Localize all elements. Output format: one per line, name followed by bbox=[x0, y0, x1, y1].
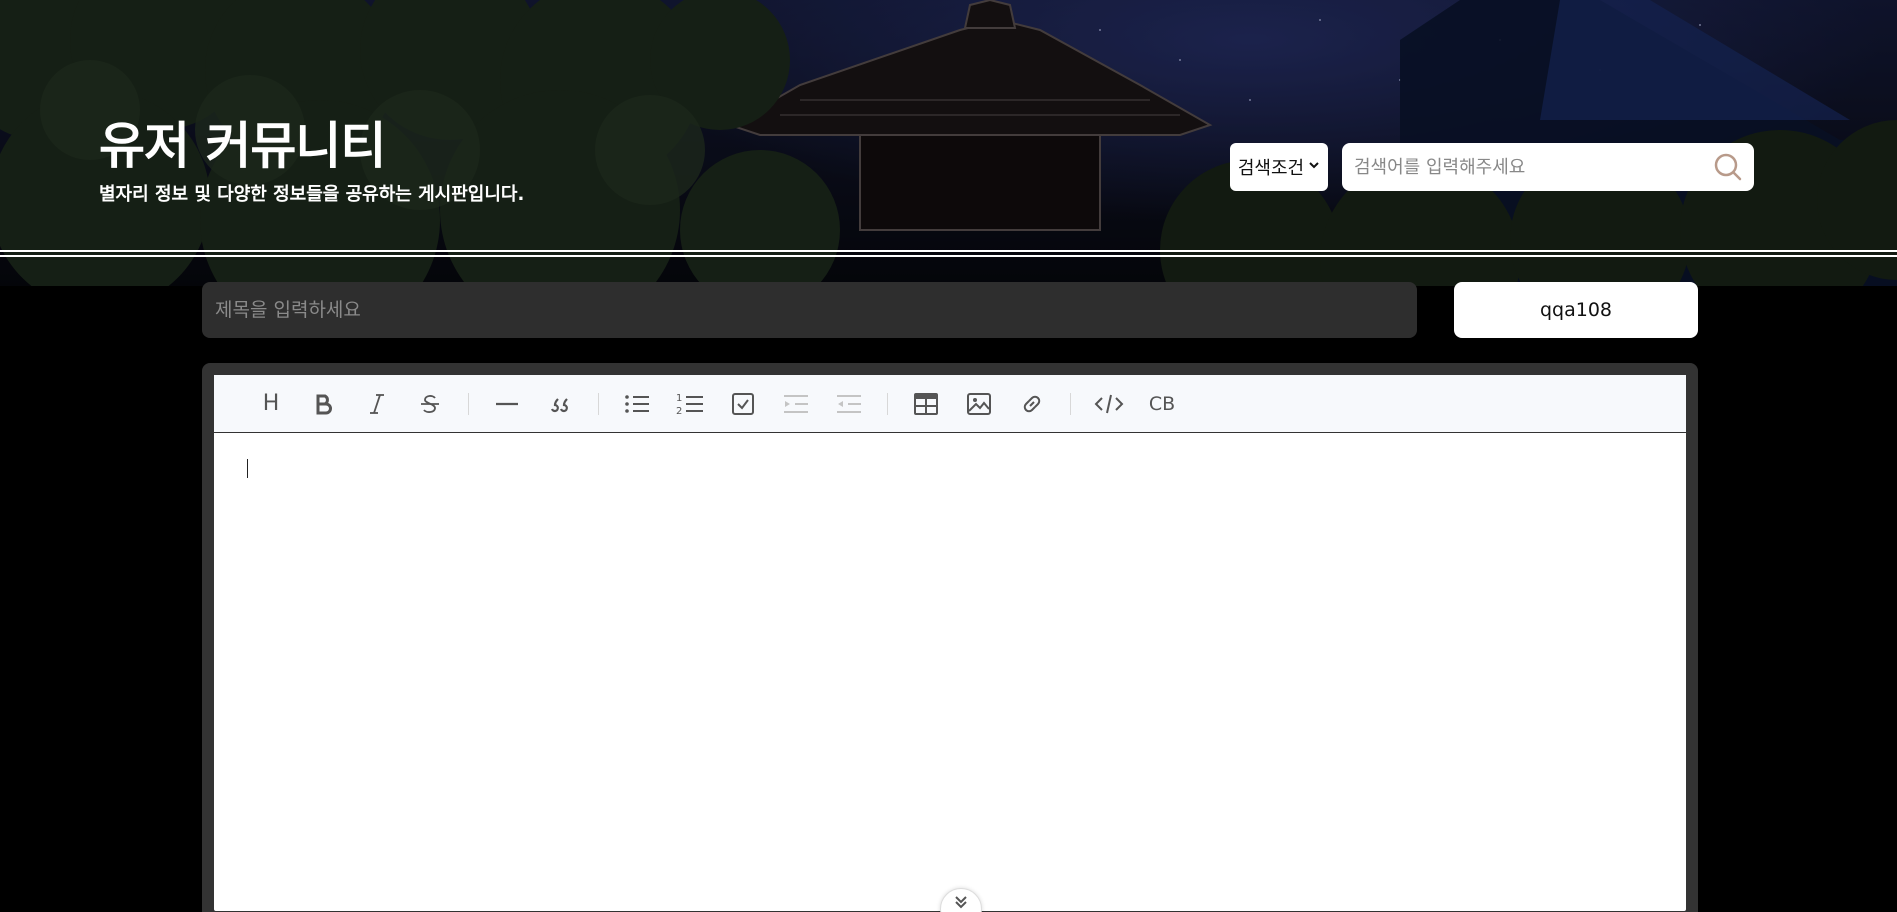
editor-toolbar: H 12 CB bbox=[214, 375, 1686, 433]
ordered-list-button[interactable]: 12 bbox=[670, 384, 710, 424]
strike-button[interactable] bbox=[410, 384, 450, 424]
header-divider-top bbox=[0, 250, 1897, 252]
outdent-icon bbox=[837, 394, 861, 413]
indent-icon bbox=[784, 394, 808, 413]
chevron-double-down-icon bbox=[955, 896, 967, 909]
bold-button[interactable] bbox=[304, 384, 344, 424]
chevron-down-icon bbox=[1308, 159, 1320, 175]
editor-frame: H 12 CB bbox=[202, 363, 1698, 912]
checkbox-icon bbox=[732, 392, 754, 415]
task-list-button[interactable] bbox=[723, 384, 763, 424]
toolbar-separator bbox=[468, 392, 469, 415]
svg-text:1: 1 bbox=[676, 393, 682, 404]
page-subtitle: 별자리 정보 및 다양한 정보들을 공유하는 게시판입니다. bbox=[99, 184, 525, 205]
editor-content-area[interactable] bbox=[214, 433, 1686, 912]
code-button[interactable] bbox=[1089, 384, 1129, 424]
toolbar-separator bbox=[598, 392, 599, 415]
code-icon bbox=[1094, 394, 1124, 413]
author-name: qqa108 bbox=[1539, 299, 1613, 321]
italic-button[interactable] bbox=[357, 384, 397, 424]
markdown-editor: H 12 CB bbox=[214, 375, 1686, 912]
table-button[interactable] bbox=[906, 384, 946, 424]
image-icon bbox=[967, 392, 991, 415]
author-box: qqa108 bbox=[1454, 282, 1698, 338]
search-condition-select[interactable]: 검색조건 bbox=[1230, 143, 1328, 191]
image-button[interactable] bbox=[959, 384, 999, 424]
link-button[interactable] bbox=[1012, 384, 1052, 424]
codeblock-button[interactable]: CB bbox=[1142, 384, 1182, 424]
search-input[interactable] bbox=[1342, 156, 1708, 178]
bullet-list-button[interactable] bbox=[617, 384, 657, 424]
indent-button[interactable] bbox=[776, 384, 816, 424]
horizontal-rule-icon bbox=[496, 402, 518, 405]
bullet-list-icon bbox=[625, 394, 649, 413]
scroll-down-button[interactable] bbox=[940, 888, 982, 912]
horizontal-rule-button[interactable] bbox=[487, 384, 527, 424]
text-caret bbox=[247, 459, 248, 478]
strikethrough-icon bbox=[421, 394, 439, 413]
heading-icon: H bbox=[262, 391, 280, 416]
search-box bbox=[1342, 143, 1754, 191]
svg-text:2: 2 bbox=[676, 406, 682, 416]
bold-icon bbox=[316, 394, 332, 414]
quote-icon bbox=[550, 397, 568, 412]
page-title: 유저 커뮤니티 bbox=[99, 117, 386, 175]
link-icon bbox=[1023, 395, 1041, 412]
quote-button[interactable] bbox=[540, 384, 580, 424]
post-title-field bbox=[202, 282, 1417, 338]
toolbar-separator bbox=[887, 392, 888, 415]
codeblock-icon: CB bbox=[1148, 392, 1176, 415]
header-divider-bottom bbox=[0, 255, 1897, 257]
table-icon bbox=[914, 392, 938, 415]
toolbar-separator bbox=[1070, 392, 1071, 415]
search-icon[interactable] bbox=[1708, 147, 1748, 187]
heading-button[interactable]: H bbox=[251, 384, 291, 424]
post-title-input[interactable] bbox=[202, 299, 1417, 321]
ordered-list-icon: 12 bbox=[676, 393, 703, 416]
italic-icon bbox=[370, 393, 384, 414]
outdent-button[interactable] bbox=[829, 384, 869, 424]
search-condition-label: 검색조건 bbox=[1237, 158, 1305, 179]
